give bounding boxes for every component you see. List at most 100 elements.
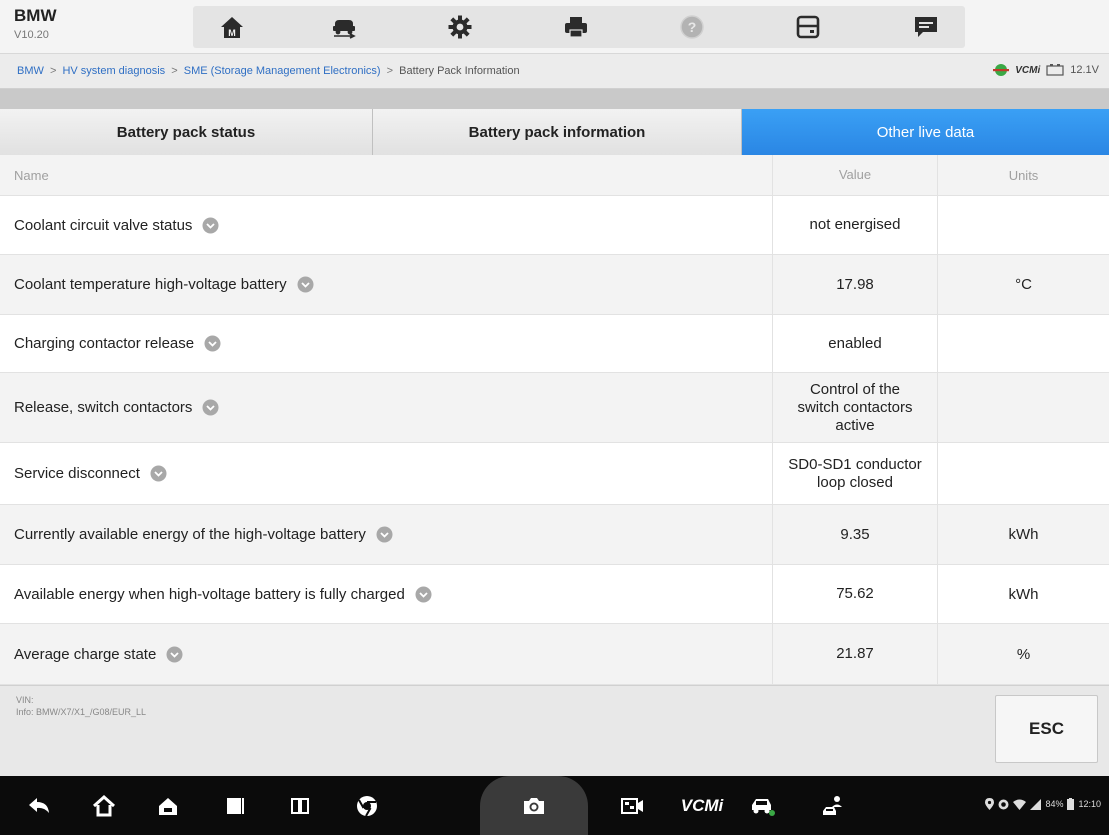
breadcrumb-separator: > [171, 65, 178, 77]
breadcrumb-separator: > [49, 65, 57, 77]
top-toolbar: BMW V10.20 M ? [0, 0, 1109, 54]
header-units: Units [937, 155, 1109, 195]
table-row[interactable]: Available energy when high-voltage batte… [0, 565, 1109, 624]
save-icon [796, 15, 820, 39]
recent-apps-button[interactable] [213, 776, 257, 835]
chevron-down-icon[interactable] [376, 526, 393, 543]
chevron-down-icon[interactable] [204, 335, 221, 352]
tab-battery-pack-status[interactable]: Battery pack status [0, 109, 373, 155]
system-navigation-bar: VCMi 84% 12:10 [0, 776, 1109, 835]
launcher-button[interactable] [146, 776, 190, 835]
table-row[interactable]: Charging contactor release enabled [0, 315, 1109, 373]
browser-icon [357, 795, 377, 816]
chevron-down-icon[interactable] [202, 399, 219, 416]
vcmi-app-button[interactable]: VCMi [672, 776, 732, 835]
row-value: enabled [772, 315, 937, 372]
vehicle-swap-icon [333, 20, 356, 39]
breadcrumb-current: Battery Pack Information [399, 65, 520, 77]
breadcrumb-item-sme[interactable]: SME (Storage Management Electronics) [184, 65, 381, 77]
tab-battery-pack-information[interactable]: Battery pack information [373, 109, 742, 155]
wifi-icon [1013, 799, 1027, 810]
row-name: Release, switch contactors [14, 399, 193, 416]
remote-expert-button[interactable] [812, 776, 856, 835]
row-units: % [937, 624, 1109, 684]
row-units [937, 315, 1109, 372]
svg-text:?: ? [688, 19, 697, 35]
row-value: 75.62 [772, 565, 937, 623]
message-icon [915, 17, 937, 37]
table-row[interactable]: Service disconnect SD0-SD1 conductor loo… [0, 443, 1109, 505]
browser-button[interactable] [345, 776, 389, 835]
split-screen-icon [291, 797, 309, 814]
remote-expert-icon [823, 795, 842, 815]
battery-voltage-icon [1046, 64, 1064, 76]
chevron-down-icon[interactable] [166, 646, 183, 663]
breadcrumb-item-hv-system[interactable]: HV system diagnosis [62, 65, 165, 77]
row-name-cell: Coolant temperature high-voltage battery [0, 255, 772, 314]
row-name-cell: Service disconnect [0, 443, 772, 504]
car-icon [752, 798, 775, 816]
live-data-table: Name Value Units Coolant circuit valve s… [0, 155, 1109, 685]
vehicle-info-footer: VIN: Info: BMW/X7/X1_/G08/EUR_LL ESC [0, 685, 1109, 776]
tab-label: Battery pack status [116, 123, 256, 141]
signal-icon [1030, 798, 1042, 810]
row-value-line: active [835, 416, 875, 434]
row-units [937, 373, 1109, 442]
row-units: °C [937, 255, 1109, 314]
row-name-cell: Currently available energy of the high-v… [0, 505, 772, 564]
table-row[interactable]: Coolant temperature high-voltage battery… [0, 255, 1109, 315]
row-name-cell: Average charge state [0, 624, 772, 684]
row-units [937, 196, 1109, 254]
print-button[interactable] [554, 6, 598, 48]
home-nav-button[interactable] [82, 776, 126, 835]
connection-status: VCMi 12.1V [993, 63, 1099, 77]
message-button[interactable] [904, 6, 948, 48]
house-filled-icon [159, 797, 177, 815]
screen-record-button[interactable] [610, 776, 654, 835]
back-arrow-icon [29, 797, 49, 813]
tab-label: Other live data [876, 123, 975, 141]
battery-percent: 84% [1045, 799, 1064, 809]
row-name: Coolant circuit valve status [14, 216, 193, 234]
row-name-cell: Charging contactor release [0, 315, 772, 372]
chevron-down-icon[interactable] [202, 217, 219, 234]
header-value: Value [772, 155, 937, 195]
camera-icon [524, 797, 544, 814]
save-button[interactable] [786, 6, 830, 48]
table-row[interactable]: Release, switch contactors Control of th… [0, 373, 1109, 443]
chevron-down-icon[interactable] [150, 465, 167, 482]
home-button[interactable]: M [210, 6, 254, 48]
battery-voltage: 12.1V [1070, 64, 1099, 76]
esc-button[interactable]: ESC [995, 695, 1098, 763]
table-header-row: Name Value Units [0, 155, 1109, 196]
row-value: SD0-SD1 conductor loop closed [772, 443, 937, 504]
table-row[interactable]: Average charge state 21.87 % [0, 624, 1109, 685]
house-outline-icon [92, 794, 116, 816]
vehicle-swap-button[interactable] [322, 6, 366, 48]
chevron-down-icon[interactable] [297, 276, 314, 293]
row-name: Service disconnect [14, 465, 140, 482]
screenshot-button[interactable] [512, 776, 556, 835]
tab-other-live-data[interactable]: Other live data [742, 109, 1109, 155]
settings-button[interactable] [438, 6, 482, 48]
table-row[interactable]: Coolant circuit valve status not energis… [0, 196, 1109, 255]
row-value-line: switch contactors [797, 398, 913, 416]
row-value: Control of the switch contactors active [772, 373, 937, 442]
alarm-icon [998, 799, 1009, 809]
table-row[interactable]: Currently available energy of the high-v… [0, 505, 1109, 565]
vehicle-info: Info: BMW/X7/X1_/G08/EUR_LL [16, 707, 147, 717]
back-button[interactable] [17, 776, 61, 835]
help-icon: ? [680, 15, 704, 39]
breadcrumb: BMW > HV system diagnosis > SME (Storage… [17, 65, 520, 77]
chevron-down-icon[interactable] [415, 586, 432, 603]
split-screen-button[interactable] [278, 776, 322, 835]
brand-block: BMW V10.20 [14, 6, 56, 42]
row-value: 21.87 [772, 624, 937, 684]
battery-icon [1067, 798, 1075, 810]
vehicle-scan-button[interactable] [740, 776, 784, 835]
row-name: Coolant temperature high-voltage battery [14, 276, 287, 293]
help-button[interactable]: ? [670, 6, 714, 48]
row-value-line: Control of the [809, 380, 901, 398]
row-value: 9.35 [772, 505, 937, 564]
breadcrumb-item-bmw[interactable]: BMW [17, 65, 44, 77]
